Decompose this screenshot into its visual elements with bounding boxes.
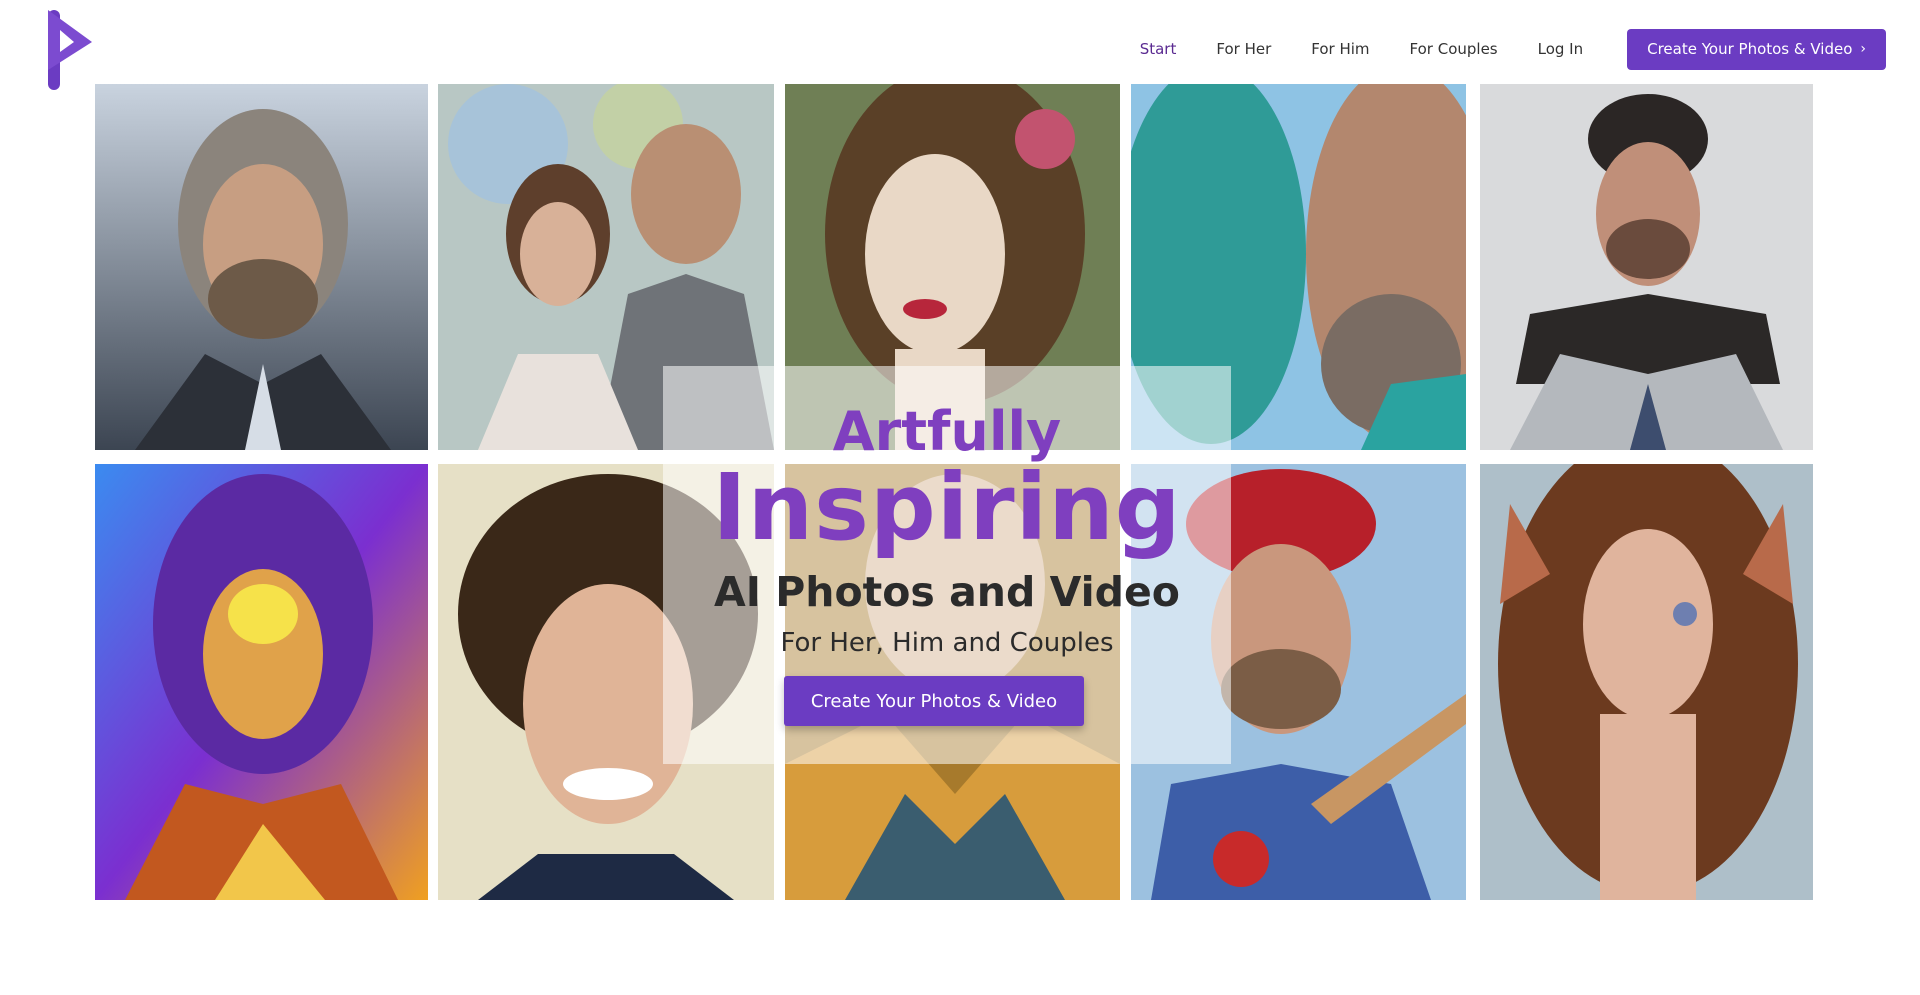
gallery-tile xyxy=(95,84,428,450)
create-photos-video-nav-button[interactable]: Create Your Photos & Video › xyxy=(1627,28,1886,70)
logo[interactable] xyxy=(44,8,96,92)
hero-headline-inspiring: Inspiring xyxy=(712,454,1182,561)
logo-mark-icon xyxy=(48,10,92,90)
nav-for-couples[interactable]: For Couples xyxy=(1410,40,1498,58)
gallery-tile xyxy=(1480,84,1813,450)
nav-cta-label: Create Your Photos & Video xyxy=(1647,40,1853,58)
portrait-image xyxy=(95,84,428,450)
gallery-tile xyxy=(1480,464,1813,900)
gallery-tile xyxy=(95,464,428,900)
chevron-right-icon: › xyxy=(1860,41,1866,57)
nav-log-in[interactable]: Log In xyxy=(1538,40,1584,58)
portrait-image xyxy=(1480,464,1813,900)
nav-for-her[interactable]: For Her xyxy=(1216,40,1271,58)
main-nav: Start For Her For Him For Couples Log In… xyxy=(1120,28,1886,70)
nav-for-him[interactable]: For Him xyxy=(1311,40,1369,58)
nav-start[interactable]: Start xyxy=(1140,40,1177,58)
hero-subheadline: AI Photos and Video xyxy=(714,568,1180,616)
hero-tagline: For Her, Him and Couples xyxy=(780,628,1114,658)
portrait-image xyxy=(1480,84,1813,450)
portrait-image xyxy=(95,464,428,900)
create-photos-video-hero-button[interactable]: Create Your Photos & Video xyxy=(784,676,1084,726)
